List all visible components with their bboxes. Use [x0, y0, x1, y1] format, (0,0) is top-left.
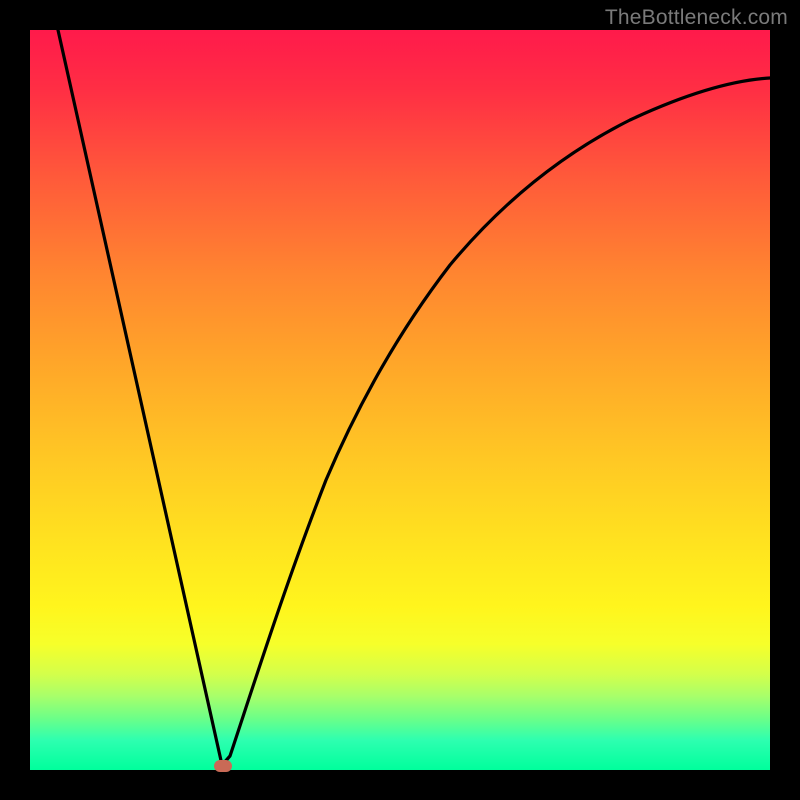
optimum-marker [214, 760, 232, 772]
chart-frame: TheBottleneck.com [0, 0, 800, 800]
attribution-label: TheBottleneck.com [605, 6, 788, 30]
plot-area [30, 30, 770, 770]
bottleneck-curve [30, 30, 770, 770]
curve-path [58, 30, 770, 765]
